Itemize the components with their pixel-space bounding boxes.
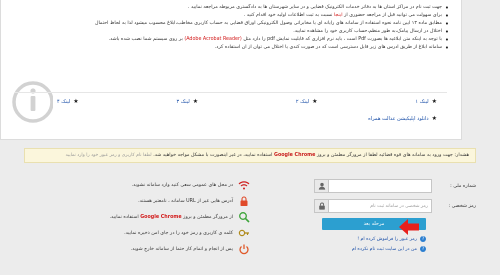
power-icon bbox=[238, 243, 250, 255]
note-item-continued: اختلال در ارسال پیامک،به طور منظم،حساب ک… bbox=[9, 28, 449, 36]
pointer-arrow-icon bbox=[399, 219, 419, 235]
login-form: شماره ملی : رمز شخصی : رمز شخصی در سامان… bbox=[296, 176, 476, 252]
info-panel: جهت ثبت نام در مراکز استان ها به دفاتر خ… bbox=[0, 0, 462, 140]
divider bbox=[15, 92, 447, 93]
notice-text: جهت ورود به سامانه های قوه قضائیه لطفا ا… bbox=[316, 153, 453, 158]
page: جهت ثبت نام در مراکز استان ها به دفاتر خ… bbox=[0, 0, 500, 275]
tip-browser: Google Chrome bbox=[140, 214, 182, 220]
mirror-link-4[interactable]: ★ لینک ۴ bbox=[57, 98, 79, 105]
tip-item: آدرس هایی غیر از URL سامانه ، نامعتبر هس… bbox=[80, 193, 250, 209]
tip-item: در محل های عمومی سعی کنید وارد سامانه نش… bbox=[80, 177, 250, 193]
question-icon: ? bbox=[420, 246, 426, 252]
lock-icon bbox=[238, 195, 250, 207]
note-text: با توجه به اینکه متن ابلاغیه ها بصورت Pd… bbox=[241, 37, 442, 42]
notes-list: جهت ثبت نام در مراکز استان ها به دفاتر خ… bbox=[9, 4, 449, 52]
password-row: رمز شخصی : رمز شخصی در سامانه ثبت نام bbox=[296, 196, 476, 216]
star-icon: ★ bbox=[431, 98, 437, 105]
note-text: بر روی سیستم شما نصب شده باشد. bbox=[108, 37, 185, 42]
security-tips: در محل های عمومی سعی کنید وارد سامانه نش… bbox=[80, 177, 250, 257]
question-icon: ? bbox=[420, 236, 426, 242]
user-icon bbox=[314, 179, 328, 193]
national-code-input[interactable] bbox=[328, 179, 432, 193]
notice-browser: Google Chrome bbox=[274, 153, 316, 158]
note-item: سامانه ابلاغ از طریق آدرس های زیر قابل د… bbox=[9, 44, 449, 52]
mirror-link-3[interactable]: ★ لینک ۳ bbox=[176, 98, 198, 105]
note-item: برای سهولت می توانید قبل از مراجعه حضوری… bbox=[9, 12, 449, 20]
key-icon bbox=[238, 227, 250, 239]
mirror-link-1[interactable]: ★ لینک ۱ bbox=[415, 98, 437, 105]
national-code-label: شماره ملی : bbox=[450, 183, 476, 189]
note-text: برای سهولت می توانید قبل از مراجعه حضوری… bbox=[342, 13, 442, 18]
mirror-link-2[interactable]: ★ لینک ۲ bbox=[296, 98, 318, 105]
note-item: مطابق ماده ۱۳ آیین نامه نحوه استفاده از … bbox=[9, 20, 449, 28]
tip-item: از مرورگر مطمئن و بروز Google Chrome است… bbox=[80, 209, 250, 225]
national-code-row: شماره ملی : bbox=[296, 176, 476, 196]
star-icon: ★ bbox=[312, 98, 318, 105]
star-icon: ★ bbox=[192, 98, 199, 105]
magnifier-icon bbox=[238, 211, 250, 223]
register-link[interactable]: ? من در این سایت ثبت نام نکرده ام bbox=[296, 246, 426, 252]
star-icon: ★ bbox=[73, 98, 79, 105]
wifi-icon bbox=[238, 179, 250, 191]
warning-notice: هشدار: جهت ورود به سامانه های قوه قضائیه… bbox=[24, 148, 476, 163]
star-icon: ★ bbox=[431, 115, 437, 122]
tip-item: پس از انجام و اتمام کار حتما از سامانه خ… bbox=[80, 241, 250, 257]
note-item: با توجه به اینکه متن ابلاغیه ها بصورت Pd… bbox=[9, 36, 449, 44]
tip-item: کلمه ی کاربری و رمز خود را در جای امن ذخ… bbox=[80, 225, 250, 241]
note-text: نسبت به ثبت اطلاعات اولیه خود اقدام کنید… bbox=[243, 13, 334, 18]
notice-hint: لطفا نام کاربری و رمز عبور خود را وارد ن… bbox=[65, 153, 152, 158]
download-app-link[interactable]: ★ دانلود اپلیکیشن عدالت همراه bbox=[368, 115, 437, 122]
lock-icon bbox=[314, 199, 328, 213]
notice-text-after: استفاده نمایید، در غیر اینصورت با مشکل م… bbox=[153, 153, 273, 158]
acrobat-reader-text: (Adobe Acrobat Reader) bbox=[184, 37, 242, 42]
info-watermark-icon bbox=[12, 81, 53, 123]
mirror-links: ★ لینک ۱ ★ لینک ۲ ★ لینک ۳ ★ لینک ۴ bbox=[57, 98, 437, 105]
password-label: رمز شخصی : bbox=[448, 203, 476, 209]
note-item: جهت ثبت نام در مراکز استان ها به دفاتر خ… bbox=[9, 4, 449, 12]
password-input[interactable]: رمز شخصی در سامانه ثبت نام bbox=[328, 199, 432, 213]
notice-label: هشدار: bbox=[454, 153, 469, 158]
here-link[interactable]: اینجا bbox=[334, 13, 343, 18]
